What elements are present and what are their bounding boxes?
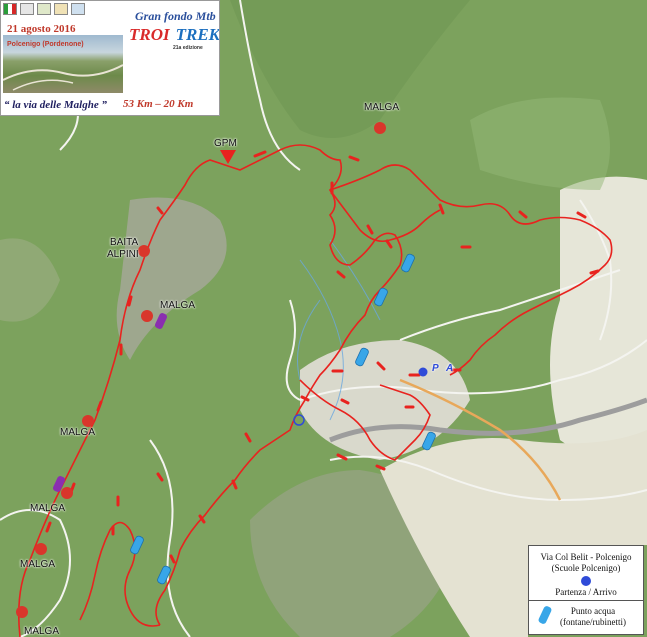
malga-marker-icon (374, 122, 386, 134)
arrival-label: A (446, 363, 454, 374)
club-logo-icon (20, 3, 34, 15)
baita-label: BAITA (110, 237, 139, 248)
event-date: 21 agosto 2016 (7, 23, 76, 35)
brand-part-2: TREK (175, 25, 220, 44)
legend-location-line2: (Scuole Polcenigo) (551, 563, 621, 573)
malga-marker-icon (35, 543, 47, 555)
malga-marker-icon (82, 415, 94, 427)
brand-logo: TROI TREK (129, 25, 220, 45)
edition-label: 21a edizione (173, 45, 203, 51)
alpini-label: ALPINI (107, 249, 139, 260)
malga-marker-icon (61, 487, 73, 499)
event-banner: 21 agosto 2016 Polcenigo (Pordenone) Gra… (0, 0, 220, 116)
event-place: Polcenigo (Pordenone) (7, 41, 84, 48)
map-stage: MALGA GPM BAITA ALPINI MALGA MALGA MALGA… (0, 0, 647, 637)
legend-location-line1: Via Col Belit - Polcenigo (540, 552, 632, 562)
legend-start-label: Partenza / Arrivo (555, 587, 617, 597)
gpm-label: GPM (214, 138, 237, 149)
legend-divider (529, 600, 643, 601)
crest-logo-icon (54, 3, 68, 15)
malga-label: MALGA (160, 300, 196, 311)
start-marker-icon (418, 367, 428, 377)
club-logo-icon (37, 3, 51, 15)
map-legend: Via Col Belit - Polcenigo (Scuole Polcen… (528, 545, 644, 635)
malga-label: MALGA (364, 102, 400, 113)
flag-logo-icon (3, 3, 17, 15)
malga-label: MALGA (60, 427, 96, 438)
event-title: Gran fondo Mtb (135, 9, 216, 23)
malga-marker-icon (138, 245, 150, 257)
malga-label: MALGA (24, 626, 60, 637)
brand-part-1: TROI (129, 25, 170, 44)
malga-marker-icon (16, 606, 28, 618)
legend-water-label2: (fontane/rubinetti) (560, 617, 626, 627)
crest-logo-icon (71, 3, 85, 15)
malga-label: MALGA (30, 503, 66, 514)
malga-marker-icon (141, 310, 153, 322)
sponsor-logos (3, 3, 85, 15)
slogan: “ la via delle Malghe ” (4, 99, 107, 111)
malga-label: MALGA (20, 559, 56, 570)
distances: 53 Km – 20 Km (123, 98, 194, 110)
parking-label: P (432, 363, 439, 374)
legend-water-label1: Punto acqua (570, 606, 616, 616)
